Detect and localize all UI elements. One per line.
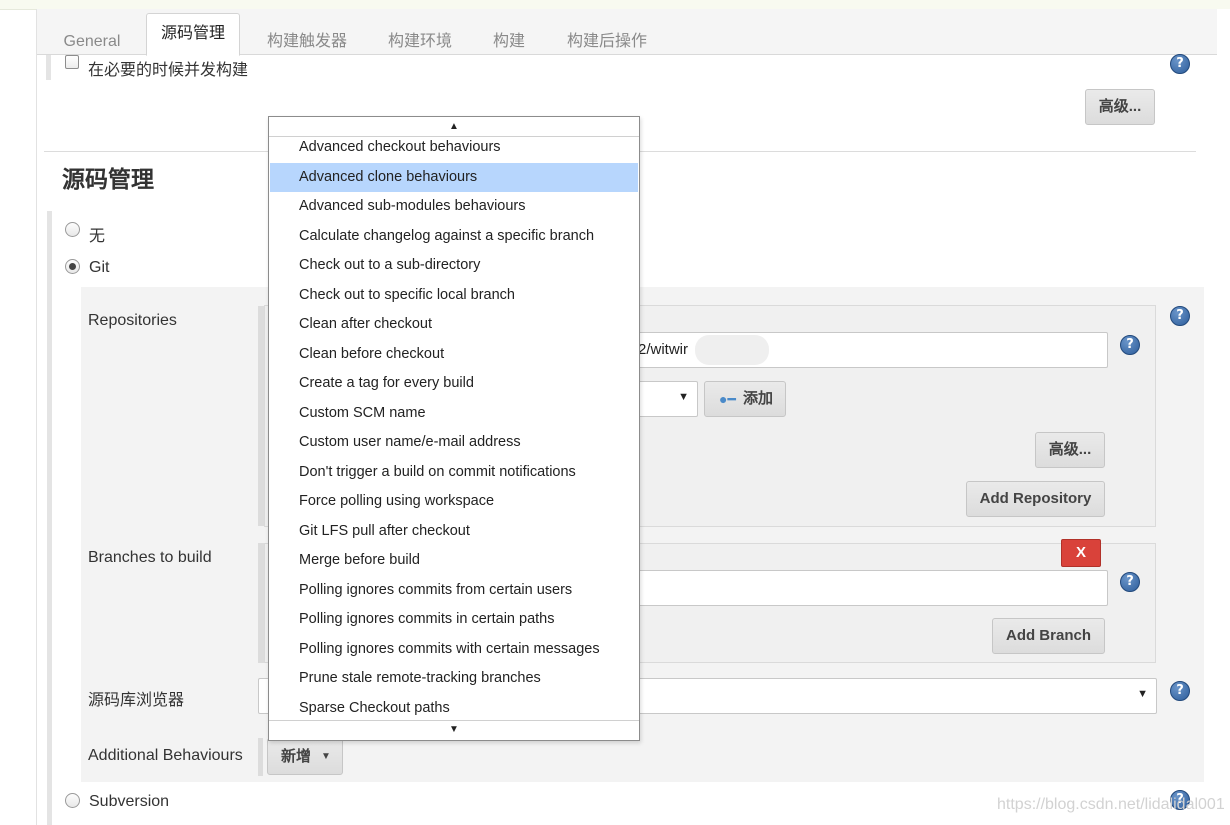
caret-down-icon: ▼	[321, 751, 331, 762]
dropdown-item[interactable]: Clean before checkout	[270, 340, 638, 369]
help-icon[interactable]: ?	[1120, 335, 1140, 355]
tab-build-triggers[interactable]: 构建触发器	[259, 22, 355, 62]
chevron-down-icon: ▼	[1137, 688, 1148, 700]
add-repository-button[interactable]: Add Repository	[966, 481, 1105, 517]
branches-label: Branches to build	[88, 549, 212, 566]
advanced-button[interactable]: 高级...	[1085, 89, 1155, 125]
add-credentials-button[interactable]: ●━ 添加	[704, 381, 786, 417]
tab-post-build[interactable]: 构建后操作	[559, 22, 655, 62]
tab-build[interactable]: 构建	[484, 22, 534, 62]
help-icon[interactable]: ?	[1170, 681, 1190, 701]
behaviours-indent-bar	[258, 738, 263, 776]
concurrent-build-checkbox[interactable]	[65, 55, 79, 69]
dropdown-item[interactable]: Check out to a sub-directory	[270, 251, 638, 280]
git-config-gutter	[54, 287, 81, 782]
add-credentials-label: 添加	[743, 390, 774, 407]
dropdown-item[interactable]: Sparse Checkout paths	[270, 694, 638, 723]
help-icon[interactable]: ?	[1170, 306, 1190, 326]
add-behaviour-button[interactable]: 新增 ▼	[267, 738, 343, 775]
scm-none-label: 无	[89, 228, 106, 245]
section-indent-bar	[46, 55, 51, 80]
dropdown-item[interactable]: Advanced sub-modules behaviours	[270, 192, 638, 221]
dropdown-item[interactable]: Custom SCM name	[270, 399, 638, 428]
dropdown-item[interactable]: Polling ignores commits from certain use…	[270, 576, 638, 605]
scm-indent-bar	[47, 211, 52, 825]
dropdown-item[interactable]: Advanced clone behaviours	[270, 162, 638, 192]
dropdown-item[interactable]: Custom user name/e-mail address	[270, 428, 638, 457]
scm-none-radio[interactable]	[65, 222, 80, 237]
dropdown-item[interactable]: Create a tag for every build	[270, 369, 638, 398]
tab-source-management[interactable]: 源码管理	[146, 13, 240, 56]
repo-advanced-button[interactable]: 高级...	[1035, 432, 1105, 468]
additional-behaviours-label: Additional Behaviours	[88, 747, 243, 764]
help-icon[interactable]: ?	[1120, 572, 1140, 592]
dropdown-item[interactable]: Force polling using workspace	[270, 487, 638, 516]
scm-svn-radio[interactable]	[65, 793, 80, 808]
help-icon[interactable]: ?	[1170, 54, 1190, 74]
watermark: https://blog.csdn.net/lidalidal001	[997, 796, 1225, 813]
repository-url-input[interactable]: 2/witwir	[620, 332, 1108, 368]
branch-specifier-input[interactable]	[620, 570, 1108, 606]
section-title: 源码管理	[62, 166, 154, 192]
add-new-label: 新增	[281, 748, 312, 765]
scroll-down-icon[interactable]: ▼	[269, 720, 639, 739]
concurrent-build-label: 在必要的时候并发构建	[88, 62, 249, 79]
dropdown-item[interactable]: Git LFS pull after checkout	[270, 517, 638, 546]
dropdown-item[interactable]: Merge before build	[270, 546, 638, 575]
dropdown-item[interactable]: Polling ignores commits in certain paths	[270, 605, 638, 634]
behaviours-dropdown-menu: ▲ Advanced checkout behaviours Advanced c…	[268, 116, 640, 741]
scm-git-label: Git	[89, 259, 110, 276]
delete-branch-button[interactable]: X	[1061, 539, 1101, 567]
repository-browser-label: 源码库浏览器	[88, 692, 185, 709]
dropdown-item[interactable]: Don't trigger a build on commit notifica…	[270, 458, 638, 487]
repositories-label: Repositories	[88, 312, 177, 329]
dropdown-item[interactable]: Check out to specific local branch	[270, 281, 638, 310]
chevron-down-icon: ▼	[678, 391, 689, 403]
tab-bar: General 源码管理 构建触发器 构建环境 构建 构建后操作	[37, 9, 1217, 56]
tab-build-environment[interactable]: 构建环境	[380, 22, 460, 62]
dropdown-item[interactable]: Prune stale remote-tracking branches	[270, 664, 638, 693]
repository-url-value: 2/witwir	[638, 341, 689, 358]
scm-git-radio[interactable]	[65, 259, 80, 274]
dropdown-item[interactable]: Clean after checkout	[270, 310, 638, 339]
dropdown-item[interactable]: Advanced checkout behaviours	[270, 133, 638, 162]
dropdown-item[interactable]: Polling ignores commits with certain mes…	[270, 635, 638, 664]
dropdown-item[interactable]: Calculate changelog against a specific b…	[270, 222, 638, 251]
scm-svn-label: Subversion	[89, 793, 170, 810]
redacted-region	[695, 335, 769, 365]
key-icon: ●━	[719, 391, 736, 407]
add-branch-button[interactable]: Add Branch	[992, 618, 1105, 654]
